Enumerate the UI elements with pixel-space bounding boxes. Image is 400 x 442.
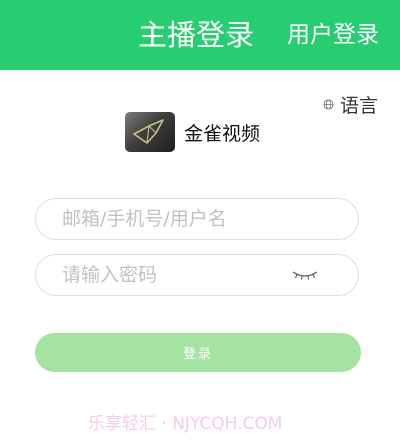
password-input[interactable] xyxy=(62,255,292,295)
account-input[interactable] xyxy=(62,199,292,239)
tab-user-login[interactable]: 用户登录 xyxy=(287,17,379,53)
globe-icon xyxy=(323,98,334,110)
brand: 金雀视频 xyxy=(125,112,260,152)
language-switch[interactable]: 语言 xyxy=(323,90,378,118)
password-field xyxy=(35,254,359,296)
top-bar: 主播登录 用户登录 xyxy=(0,0,400,70)
watermark-text: 乐享轻汇 · NJYCQH.COM xyxy=(88,414,283,434)
account-field xyxy=(35,198,359,240)
brand-name: 金雀视频 xyxy=(184,122,261,145)
login-button[interactable]: 登录 xyxy=(35,333,361,372)
tab-host-login[interactable]: 主播登录 xyxy=(138,14,254,56)
eye-closed-icon[interactable] xyxy=(292,269,318,281)
sparrow-logo xyxy=(125,112,175,152)
language-label: 语言 xyxy=(339,94,378,117)
